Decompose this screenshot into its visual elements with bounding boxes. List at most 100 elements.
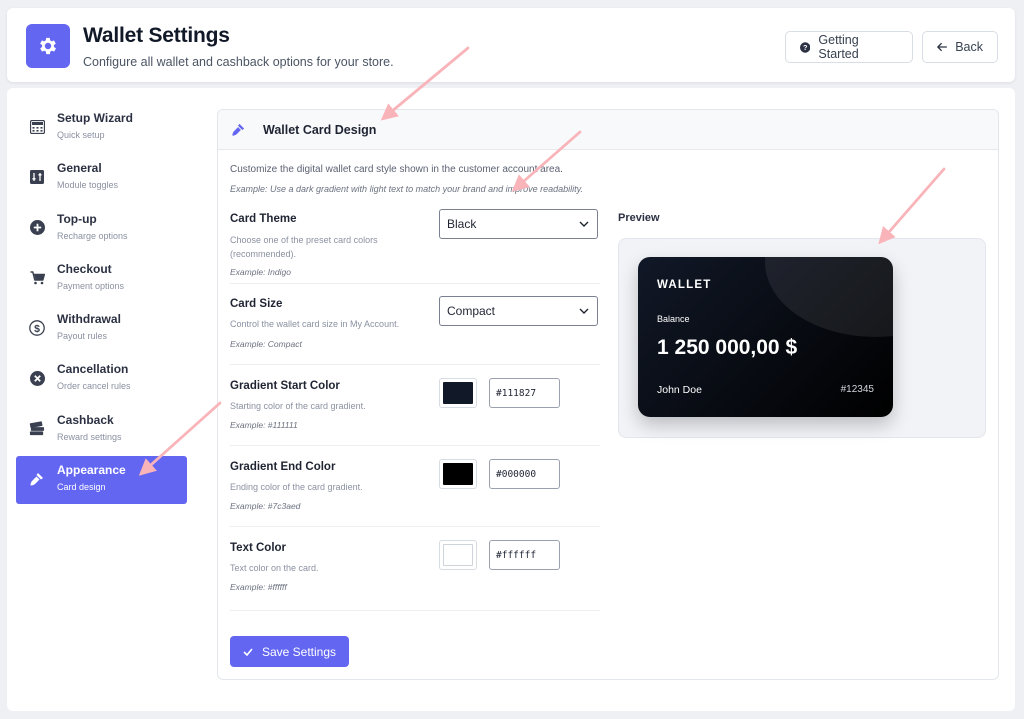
sidebar-item-sublabel: Reward settings xyxy=(57,431,122,442)
check-icon xyxy=(243,647,253,656)
sidebar-item-label: Cashback xyxy=(57,412,114,427)
text-color-hex-input[interactable]: #ffffff xyxy=(489,540,560,570)
sidebar-item-sublabel: Card design xyxy=(57,482,106,493)
sidebar-item-appearance[interactable]: Appearance Card design xyxy=(16,456,187,505)
sidebar: Setup Wizard Quick setup General Module … xyxy=(16,104,187,506)
wallet-card-preview: WALLET Balance 1 250 000,00 $ John Doe #… xyxy=(638,257,893,417)
sidebar-item-cancellation[interactable]: Cancellation Order cancel rules xyxy=(16,355,187,403)
sidebar-item-label: Setup Wizard xyxy=(57,111,133,125)
field-help: Text color on the card. xyxy=(230,563,319,573)
sidebar-item-label: Cancellation xyxy=(57,362,129,377)
plus-circle-icon xyxy=(29,220,45,236)
panel-description: Customize the digital wallet card style … xyxy=(230,164,563,175)
field-example: Example: #ffffff xyxy=(230,582,287,592)
sidebar-item-setup-wizard[interactable]: Setup Wizard Quick setup xyxy=(16,104,187,152)
svg-text:$: $ xyxy=(34,323,40,335)
field-label: Card Theme xyxy=(230,213,297,225)
question-circle-icon: ? xyxy=(800,41,811,53)
swatch-fill xyxy=(443,544,473,566)
main-container: Setup Wizard Quick setup General Module … xyxy=(7,88,1015,711)
getting-started-button[interactable]: ? Getting Started xyxy=(785,31,913,63)
chevron-down-icon xyxy=(579,221,589,227)
field-help: Ending color of the card gradient. xyxy=(230,482,363,492)
settings-form: Card Theme Choose one of the preset card… xyxy=(230,202,600,611)
sidebar-item-label: Withdrawal xyxy=(57,312,121,327)
gear-icon xyxy=(26,24,70,68)
gradient-start-hex-input[interactable]: #111827 xyxy=(489,378,560,408)
page-header: Wallet Settings Configure all wallet and… xyxy=(7,8,1015,82)
field-example: Example: #7c3aed xyxy=(230,501,301,511)
x-circle-icon xyxy=(29,370,45,386)
field-help: Control the wallet card size in My Accou… xyxy=(230,319,400,329)
field-gradient-end: Gradient End Color Ending color of the c… xyxy=(230,446,600,527)
panel-example: Example: Use a dark gradient with light … xyxy=(230,184,584,194)
balance-amount: 1 250 000,00 $ xyxy=(657,336,798,359)
card-theme-select[interactable]: Black xyxy=(439,209,598,239)
sidebar-item-general[interactable]: General Module toggles xyxy=(16,154,187,202)
card-holder: John Doe xyxy=(657,384,702,396)
gradient-end-color-swatch[interactable] xyxy=(439,459,477,489)
sidebar-item-top-up[interactable]: Top-up Recharge options xyxy=(16,205,187,253)
back-label: Back xyxy=(955,40,983,54)
arrow-left-icon xyxy=(937,42,947,52)
field-label: Text Color xyxy=(230,542,287,554)
panel-title: Wallet Card Design xyxy=(263,123,377,137)
field-help: Starting color of the card gradient. xyxy=(230,401,366,411)
dollar-circle-icon: $ xyxy=(29,320,45,337)
sidebar-item-sublabel: Module toggles xyxy=(57,180,119,191)
sidebar-item-sublabel: Recharge options xyxy=(57,230,128,241)
back-button[interactable]: Back xyxy=(922,31,998,63)
field-text-color: Text Color Text color on the card. Examp… xyxy=(230,527,600,611)
save-settings-button[interactable]: Save Settings xyxy=(230,636,349,667)
calculator-icon xyxy=(29,119,45,135)
sidebar-item-checkout[interactable]: Checkout Payment options xyxy=(16,255,187,303)
card-glow xyxy=(765,257,893,337)
sidebar-item-cashback[interactable]: Cashback Reward settings xyxy=(16,406,187,454)
sidebar-item-label: Appearance xyxy=(57,463,126,478)
preview-label: Preview xyxy=(618,212,660,224)
select-value: Black xyxy=(447,217,477,231)
brush-icon xyxy=(29,471,45,487)
field-example: Example: #111111 xyxy=(230,420,298,430)
sliders-icon xyxy=(29,169,45,185)
save-label: Save Settings xyxy=(261,644,337,659)
select-value: Compact xyxy=(447,304,496,318)
sidebar-item-sublabel: Payment options xyxy=(57,280,125,291)
field-label: Gradient End Color xyxy=(230,461,336,473)
page-title: Wallet Settings xyxy=(83,24,230,47)
wallet-brand: WALLET xyxy=(657,279,712,291)
gradient-end-hex-input[interactable]: #000000 xyxy=(489,459,560,489)
gradient-start-color-swatch[interactable] xyxy=(439,378,477,408)
card-design-panel: Wallet Card Design Customize the digital… xyxy=(217,109,999,680)
card-size-select[interactable]: Compact xyxy=(439,296,598,326)
field-label: Gradient Start Color xyxy=(230,380,340,392)
field-gradient-start: Gradient Start Color Starting color of t… xyxy=(230,365,600,446)
money-stack-icon xyxy=(29,421,45,437)
sidebar-item-sublabel: Quick setup xyxy=(57,130,105,140)
page-subtitle: Configure all wallet and cashback option… xyxy=(83,55,394,69)
sidebar-item-label: Top-up xyxy=(57,211,97,226)
sidebar-item-label: Checkout xyxy=(57,261,112,276)
field-label: Card Size xyxy=(230,298,283,310)
panel-header: Wallet Card Design xyxy=(218,110,998,150)
field-card-size: Card Size Control the wallet card size i… xyxy=(230,284,600,365)
swatch-fill xyxy=(443,382,473,404)
brush-icon xyxy=(231,122,246,142)
field-example: Example: Indigo xyxy=(230,267,291,277)
text-color-swatch[interactable] xyxy=(439,540,477,570)
svg-text:?: ? xyxy=(803,43,808,52)
balance-label: Balance xyxy=(657,314,690,324)
chevron-down-icon xyxy=(579,308,589,314)
swatch-fill xyxy=(443,463,473,485)
field-help: Choose one of the preset card colors (re… xyxy=(230,235,378,259)
field-card-theme: Card Theme Choose one of the preset card… xyxy=(230,202,600,284)
getting-started-label: Getting Started xyxy=(818,33,859,61)
card-id: #12345 xyxy=(840,384,874,395)
sidebar-item-sublabel: Order cancel rules xyxy=(57,381,131,392)
sidebar-item-sublabel: Payout rules xyxy=(57,331,108,342)
sidebar-item-withdrawal[interactable]: $ Withdrawal Payout rules xyxy=(16,305,187,353)
preview-area: WALLET Balance 1 250 000,00 $ John Doe #… xyxy=(618,238,986,438)
cart-icon xyxy=(29,270,45,286)
field-example: Example: Compact xyxy=(230,339,302,349)
sidebar-item-label: General xyxy=(57,161,102,176)
